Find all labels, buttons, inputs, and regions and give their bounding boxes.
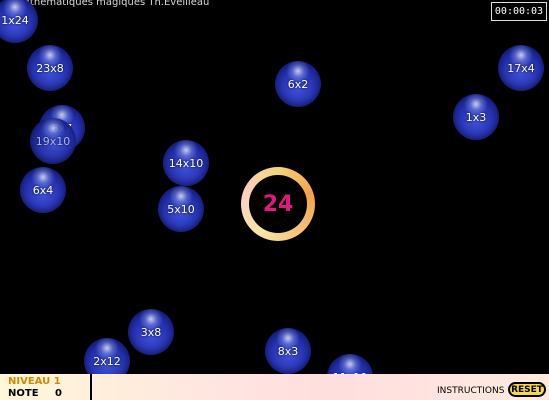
bubble-17x4[interactable]: 17x4 [498,45,544,91]
note-value: 0 [55,388,62,399]
bubble-1x24[interactable]: 1x24 [0,0,38,43]
note-label: NOTE [8,388,39,399]
instructions-link[interactable]: INSTRUCTIONS [437,386,504,396]
bubble-14x10[interactable]: 14x10 [163,140,209,186]
bubble-5x10[interactable]: 5x10 [158,186,204,232]
bubble-1x3[interactable]: 1x3 [453,94,499,140]
game-stage: © Mathématiques magiques Th.Eveilleau 00… [0,0,549,400]
bubble-3x8[interactable]: 3x8 [128,309,174,355]
status-bar: NIVEAU 1 NOTE 0 INSTRUCTIONS RESET [0,374,549,400]
score-panel: NIVEAU 1 NOTE 0 [0,374,92,400]
level-label: NIVEAU 1 [8,376,61,387]
bubble-19x10[interactable]: 19x10 [30,118,76,164]
bubble-6x2[interactable]: 6x2 [275,61,321,107]
bubble-8x3[interactable]: 8x3 [265,328,311,374]
timer-display: 00:00:03 [491,2,547,21]
target-center: 24 [249,175,307,233]
reset-button[interactable]: RESET [508,382,546,397]
bubble-23x8[interactable]: 23x8 [27,45,73,91]
target-ring: 24 [241,167,315,241]
bubble-6x4[interactable]: 6x4 [20,167,66,213]
target-number: 24 [262,191,294,217]
